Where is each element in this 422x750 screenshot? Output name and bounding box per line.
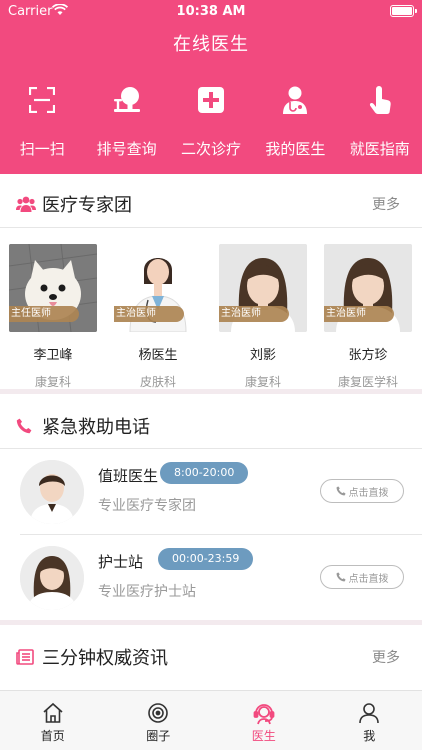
- tab-circle[interactable]: 圈子: [106, 691, 212, 750]
- quick-my-doctor-button[interactable]: 我的医生: [253, 80, 337, 159]
- doctor-department: 皮肤科: [139, 375, 176, 389]
- female-avatar: [20, 546, 84, 610]
- scan-icon: [0, 80, 84, 120]
- expert-card[interactable]: 主治医师 张方珍 康复医学科: [323, 244, 413, 390]
- doctor-department: 康复医学科: [337, 375, 398, 389]
- phone-icon: [336, 486, 346, 496]
- doctor-title-badge: 主任医师: [9, 306, 79, 322]
- hours-pill: 8:00-20:00: [160, 462, 249, 484]
- tab-home[interactable]: 首页: [0, 691, 106, 750]
- doctor-department: 康复科: [244, 375, 281, 389]
- header: Carrier 10:38 AM 在线医生 扫一扫 排号查询 二次诊疗 我的医生…: [0, 0, 422, 174]
- experts-section-title: 医疗专家团: [42, 195, 132, 216]
- doctor-title-badge: 主治医师: [114, 306, 184, 322]
- emergency-section-title: 紧急救助电话: [42, 417, 150, 438]
- news-section-title: 三分钟权威资讯: [42, 648, 168, 669]
- tab-me[interactable]: 我: [317, 691, 422, 750]
- tap-hand-icon: [338, 80, 422, 120]
- page-title: 在线医生: [173, 34, 249, 55]
- section-separator: [0, 389, 422, 394]
- plus-box-icon: [169, 80, 253, 120]
- quick-scan-button[interactable]: 扫一扫: [0, 80, 84, 159]
- divider: [0, 227, 422, 228]
- tab-me-label: 我: [363, 729, 376, 743]
- tab-doctor-label: 医生: [251, 729, 276, 743]
- doctor-name: 李卫峰: [33, 348, 73, 363]
- experts-section-header: 医疗专家团 更多: [0, 179, 422, 229]
- quick-queue-button[interactable]: 排号查询: [84, 80, 168, 159]
- quick-revisit-button[interactable]: 二次诊疗: [169, 80, 253, 159]
- quick-queue-label: 排号查询: [96, 140, 157, 158]
- quick-guide-button[interactable]: 就医指南: [338, 80, 422, 159]
- default-female-avatar: 主治医师: [219, 244, 307, 332]
- home-icon: [0, 701, 106, 725]
- clock: 10:38 AM: [176, 4, 246, 19]
- dog-photo: 主任医师: [9, 244, 97, 332]
- status-bar: Carrier 10:38 AM: [0, 0, 422, 22]
- call-button-label: 点击直拨: [348, 487, 389, 499]
- tab-home-label: 首页: [40, 729, 65, 743]
- section-separator: [0, 620, 422, 625]
- battery-icon: [390, 5, 417, 17]
- news-icon: [16, 647, 36, 667]
- experts-list: 主任医师 李卫峰 康复科 主治医师 杨医生 皮肤科 主治医师 刘影 康复科 主治…: [0, 244, 422, 389]
- doctor-name: 张方珍: [348, 348, 388, 363]
- quick-actions: 扫一扫 排号查询 二次诊疗 我的医生 就医指南: [0, 80, 422, 159]
- doctor-department: 康复科: [34, 375, 71, 389]
- call-button[interactable]: 点击直拨: [320, 479, 404, 503]
- circle-icon: [106, 701, 212, 725]
- emergency-section-header: 紧急救助电话: [0, 401, 422, 451]
- quick-guide-label: 就医指南: [349, 140, 410, 158]
- expert-card[interactable]: 主治医师 杨医生 皮肤科: [113, 244, 203, 390]
- phone-icon: [336, 572, 346, 582]
- expert-card[interactable]: 主治医师 刘影 康复科: [218, 244, 308, 390]
- male-avatar: [20, 460, 84, 524]
- phone-icon: [16, 416, 36, 436]
- emergency-contact-row: 值班医生 8:00-20:00 专业医疗专家团 点击直拨: [0, 448, 422, 534]
- call-button-label: 点击直拨: [348, 573, 389, 585]
- doctor-name: 杨医生: [138, 348, 178, 363]
- female-doctor-photo: 主治医师: [114, 244, 202, 332]
- quick-scan-label: 扫一扫: [19, 140, 65, 158]
- quick-my-doctor-label: 我的医生: [265, 140, 326, 158]
- team-icon: [16, 194, 36, 214]
- experts-more-link[interactable]: 更多: [372, 194, 400, 214]
- doctor-name: 刘影: [249, 348, 276, 363]
- contact-name: 值班医生: [98, 467, 159, 485]
- queue-lookup-icon: [84, 80, 168, 120]
- emergency-contact-row: 护士站 00:00-23:59 专业医疗护士站 点击直拨: [0, 534, 422, 620]
- news-section-header: 三分钟权威资讯 更多: [0, 632, 422, 682]
- hours-pill: 00:00-23:59: [158, 548, 254, 570]
- contact-description: 专业医疗专家团: [98, 498, 196, 514]
- news-more-link[interactable]: 更多: [372, 647, 400, 667]
- doctor-headset-icon: [211, 701, 317, 725]
- tab-bar: 首页 圈子 医生 我: [0, 690, 422, 750]
- user-icon: [317, 701, 422, 725]
- contact-name: 护士站: [98, 553, 144, 571]
- quick-revisit-label: 二次诊疗: [180, 140, 241, 158]
- expert-card[interactable]: 主任医师 李卫峰 康复科: [8, 244, 98, 390]
- tab-doctor[interactable]: 医生: [211, 691, 317, 750]
- call-button[interactable]: 点击直拨: [320, 565, 404, 589]
- doctor-icon: [253, 80, 337, 120]
- default-female-avatar: 主治医师: [324, 244, 412, 332]
- doctor-title-badge: 主治医师: [324, 306, 394, 322]
- tab-circle-label: 圈子: [146, 729, 171, 743]
- doctor-title-badge: 主治医师: [219, 306, 289, 322]
- contact-description: 专业医疗护士站: [98, 584, 196, 600]
